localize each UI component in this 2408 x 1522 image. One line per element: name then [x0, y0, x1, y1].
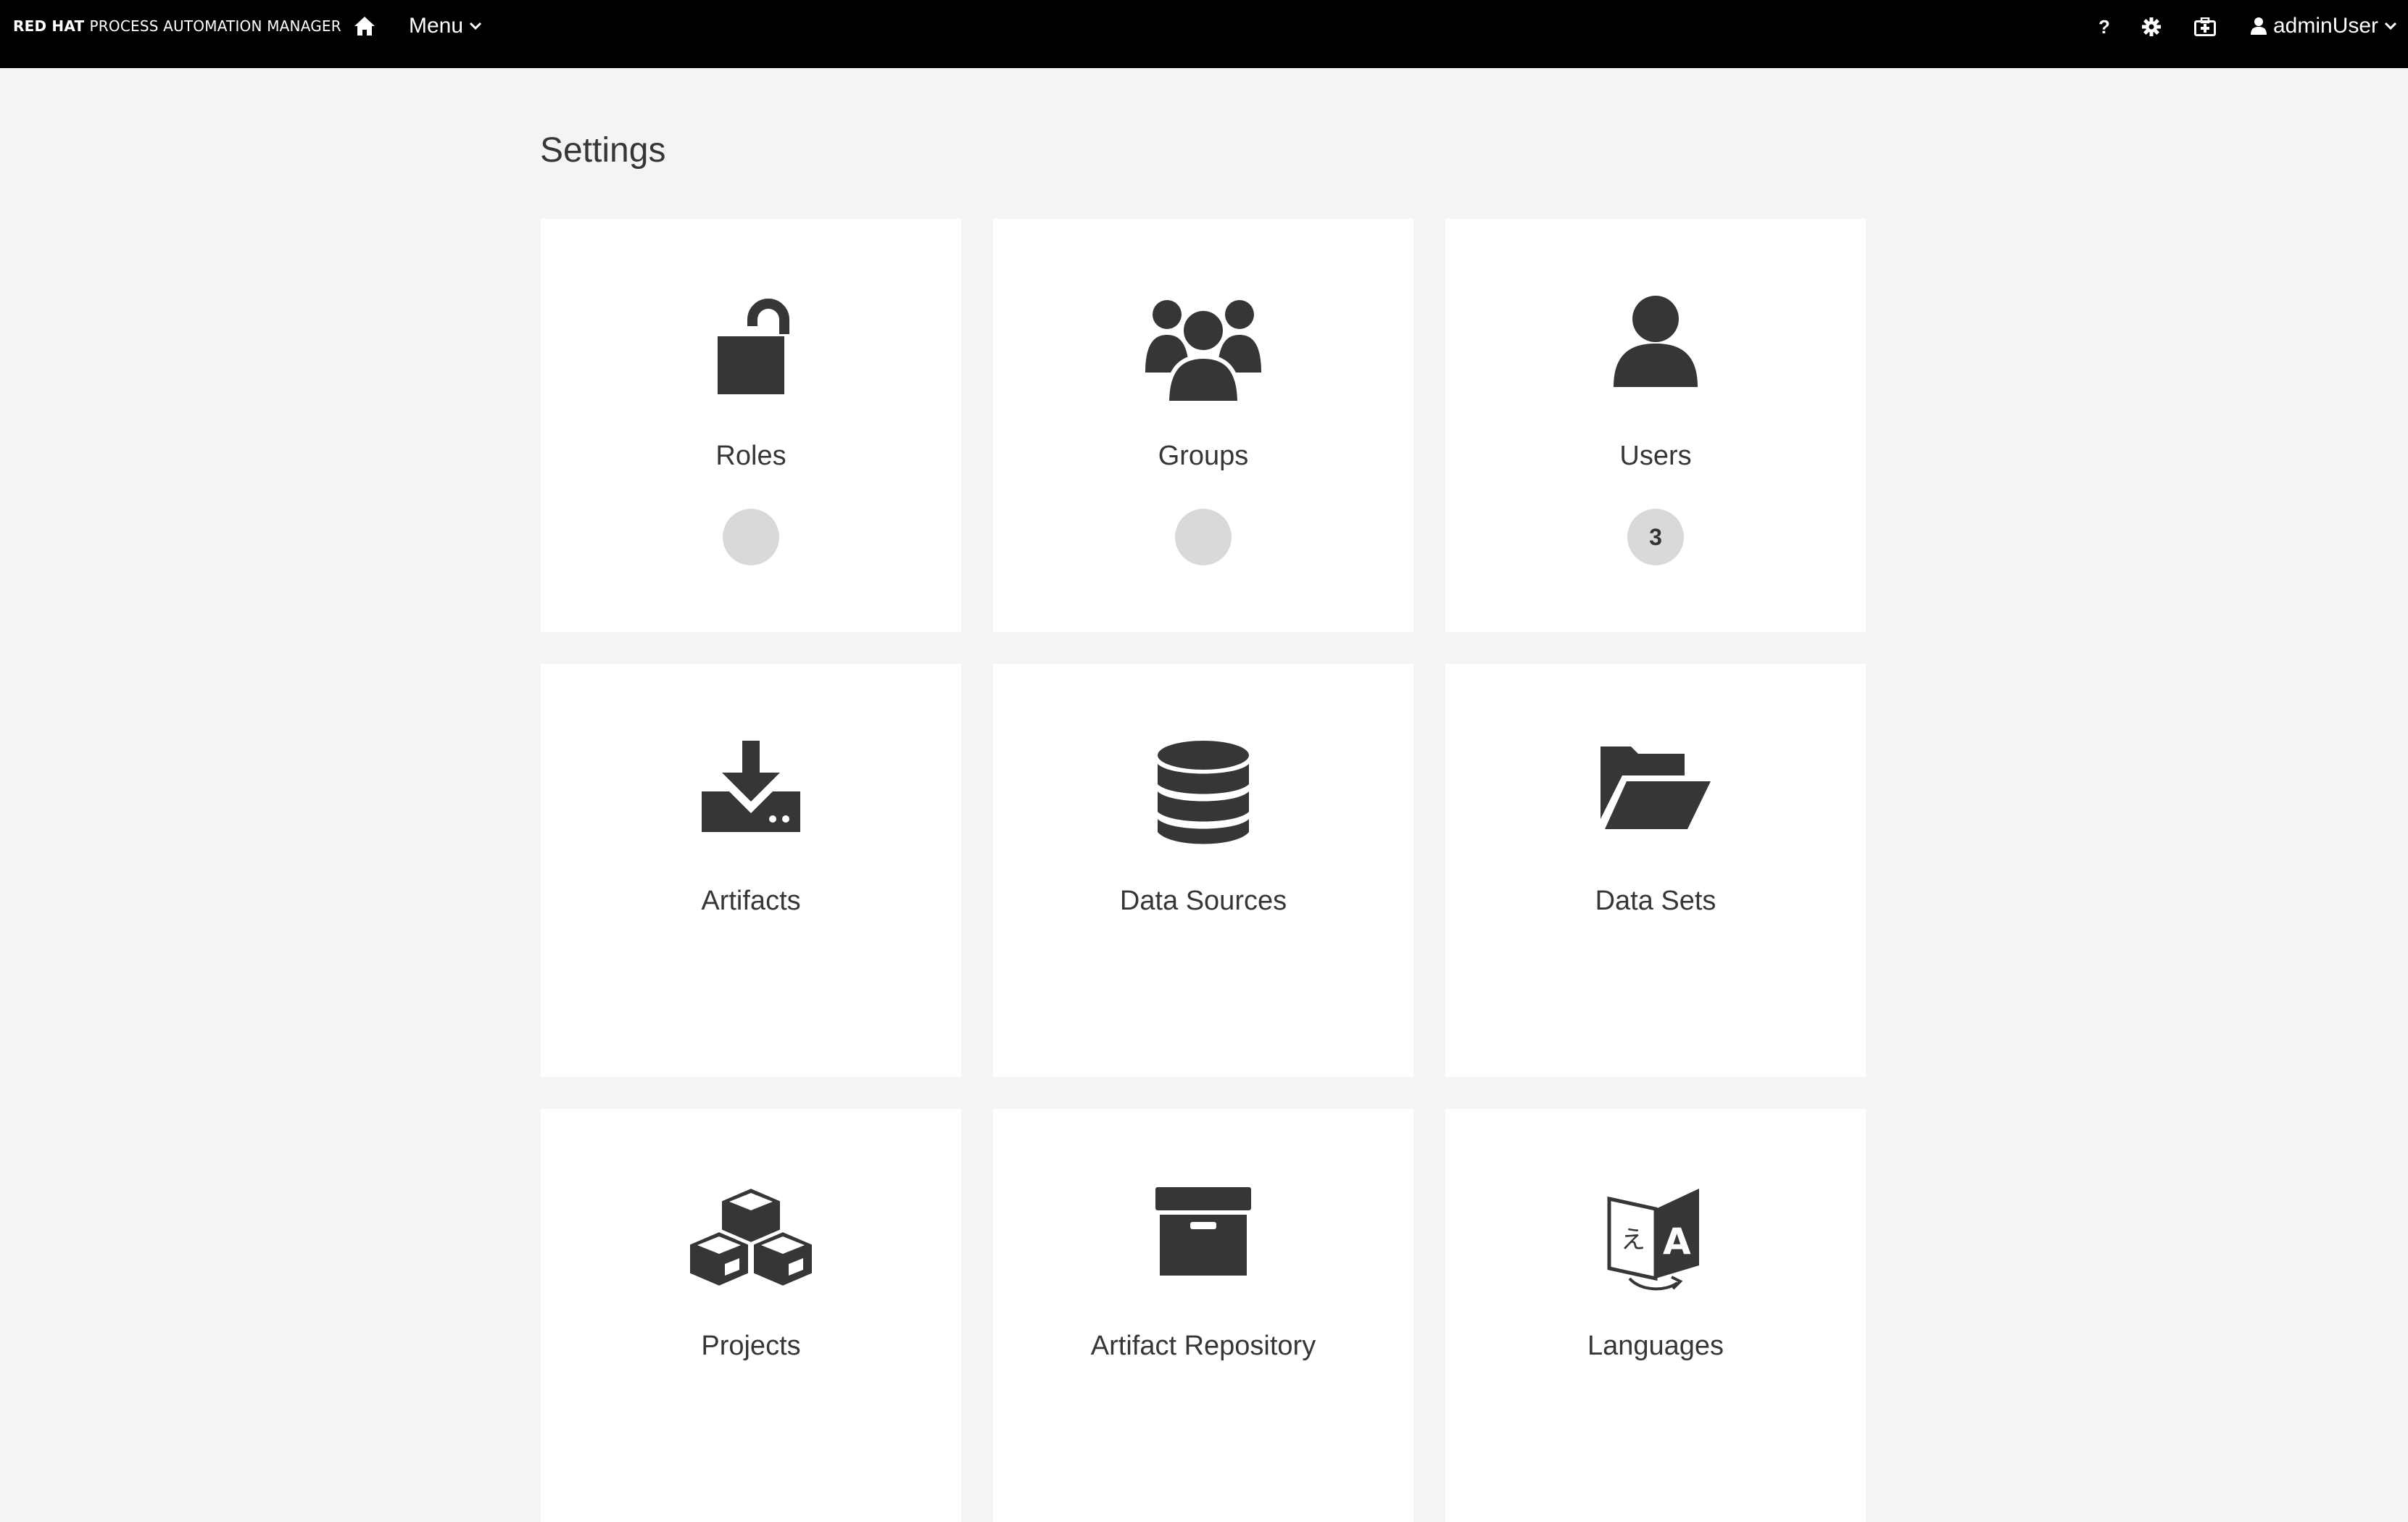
folder-open-icon [1445, 739, 1866, 848]
projects-label: Projects [701, 1331, 801, 1361]
archive-icon [993, 1184, 1413, 1293]
unlock-icon [541, 294, 961, 403]
top-navbar: RED HAT PROCESS AUTOMATION MANAGER Menu … [0, 0, 2408, 68]
users-count-badge: 3 [1627, 509, 1684, 565]
download-icon [541, 739, 961, 848]
language-icon: え A [1445, 1184, 1866, 1293]
help-button[interactable]: ? [2096, 16, 2112, 38]
menu-dropdown[interactable]: Menu [409, 12, 482, 41]
page-title: Settings [540, 131, 666, 170]
user-menu[interactable]: adminUser [2250, 12, 2407, 41]
roles-label: Roles [715, 441, 786, 471]
brand-product-name: PROCESS AUTOMATION MANAGER [89, 17, 341, 35]
artifact-repository-label: Artifact Repository [1090, 1331, 1316, 1361]
data-sets-card[interactable]: Data Sets [1445, 664, 1866, 1077]
admin-toolkit-button[interactable] [2193, 16, 2217, 38]
svg-text:え: え [1621, 1226, 1645, 1255]
user-icon [1445, 294, 1866, 403]
medkit-icon [2194, 17, 2216, 36]
data-sources-label: Data Sources [1119, 886, 1287, 916]
artifacts-label: Artifacts [701, 886, 801, 916]
settings-button[interactable] [2141, 16, 2162, 38]
users-card[interactable]: Users 3 [1445, 219, 1866, 632]
roles-card[interactable]: Roles [541, 219, 961, 632]
users-group-icon [993, 294, 1413, 403]
database-icon [993, 739, 1413, 848]
brand-logo[interactable]: RED HAT PROCESS AUTOMATION MANAGER [13, 17, 341, 35]
help-icon: ? [2098, 15, 2110, 38]
brand-name-bold: RED HAT [13, 17, 85, 35]
artifact-repository-card[interactable]: Artifact Repository [993, 1109, 1413, 1522]
groups-card[interactable]: Groups [993, 219, 1413, 632]
username-label: adminUser [2273, 14, 2379, 38]
svg-text:A: A [1663, 1220, 1691, 1263]
menu-label: Menu [409, 14, 464, 38]
projects-card[interactable]: Projects [541, 1109, 961, 1522]
languages-card[interactable]: え A Languages [1445, 1109, 1866, 1522]
chevron-down-icon [469, 22, 482, 30]
data-sources-card[interactable]: Data Sources [993, 664, 1413, 1077]
chevron-down-icon [2384, 22, 2397, 30]
artifacts-card[interactable]: Artifacts [541, 664, 961, 1077]
home-icon[interactable] [354, 16, 375, 36]
roles-count-badge [723, 509, 779, 565]
cubes-icon [541, 1184, 961, 1293]
users-label: Users [1619, 441, 1692, 471]
groups-label: Groups [1158, 441, 1249, 471]
data-sets-label: Data Sets [1595, 886, 1716, 916]
languages-label: Languages [1587, 1331, 1724, 1361]
gear-icon [2142, 17, 2161, 36]
groups-count-badge [1175, 509, 1232, 565]
user-icon [2250, 17, 2267, 36]
